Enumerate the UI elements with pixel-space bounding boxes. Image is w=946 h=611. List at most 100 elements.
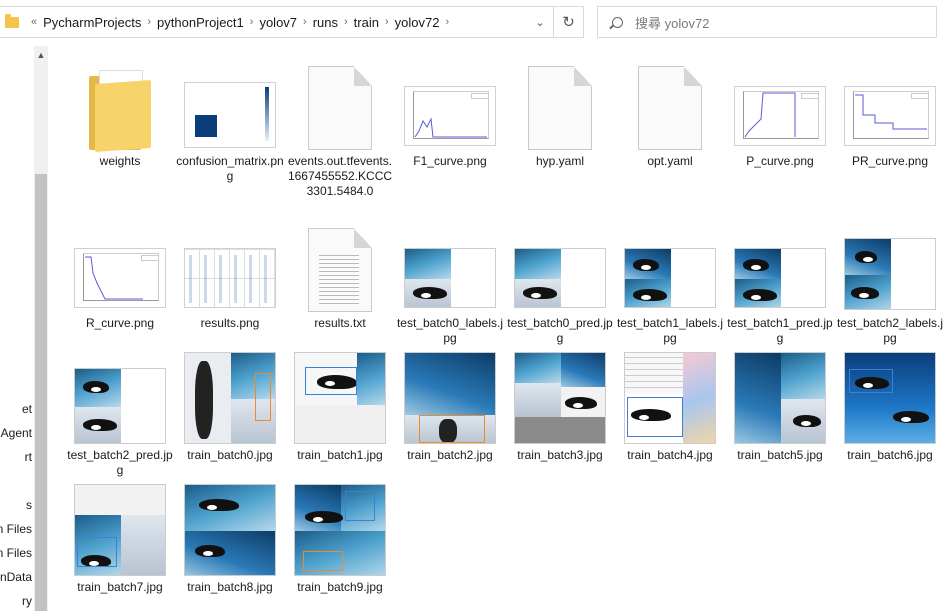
nav-item[interactable]: Agent (1, 426, 32, 440)
breadcrumb-item[interactable]: PycharmProjects (43, 15, 141, 30)
chevron-up-icon[interactable]: ▲ (34, 50, 48, 60)
nav-item[interactable]: ry (22, 594, 32, 608)
file-name: opt.yaml (647, 154, 693, 168)
file-item[interactable]: opt.yaml (616, 54, 724, 169)
file-item[interactable]: test_batch0_labels.jpg (396, 216, 504, 346)
document-icon (528, 66, 592, 150)
breadcrumb-item[interactable]: yolov72 (395, 15, 440, 30)
file-item[interactable]: hyp.yaml (506, 54, 614, 169)
nav-item[interactable]: rt (25, 450, 32, 464)
image-thumbnail (74, 484, 166, 576)
file-name: test_batch0_labels.jpg (396, 316, 504, 345)
chevron-right-icon[interactable]: › (338, 16, 354, 28)
file-item[interactable]: test_batch2_pred.jpg (66, 348, 174, 478)
file-item[interactable]: results.png (176, 216, 284, 331)
file-item[interactable]: train_batch7.jpg (66, 480, 174, 595)
chevron-right-icon[interactable]: › (379, 16, 395, 28)
image-thumbnail (514, 352, 606, 444)
file-item[interactable]: train_batch3.jpg (506, 348, 614, 463)
file-item[interactable]: weights (66, 54, 174, 169)
file-item[interactable]: PR_curve.png (836, 54, 944, 169)
image-thumbnail (404, 86, 496, 146)
chevron-right-icon[interactable]: › (439, 16, 455, 28)
nav-item[interactable]: s (26, 498, 32, 512)
chevron-down-icon[interactable]: ⌄ (527, 7, 553, 37)
image-thumbnail (404, 248, 496, 308)
file-name: events.out.tfevents.1667455552.KCCC3301.… (287, 154, 393, 198)
file-name: hyp.yaml (535, 154, 585, 168)
folder-icon (5, 13, 19, 28)
file-item[interactable]: confusion_matrix.png (176, 54, 284, 184)
image-thumbnail (844, 238, 936, 310)
file-name: results.txt (314, 316, 366, 330)
breadcrumb-item[interactable]: pythonProject1 (157, 15, 244, 30)
file-name: train_batch9.jpg (297, 580, 383, 594)
refresh-button[interactable]: ↻ (554, 6, 584, 38)
file-item[interactable]: F1_curve.png (396, 54, 504, 169)
file-name: P_curve.png (746, 154, 814, 168)
nav-item[interactable]: n Files (0, 546, 32, 560)
image-thumbnail (734, 86, 826, 146)
file-list: weights confusion_matrix.png events.out.… (48, 46, 946, 611)
file-item[interactable]: events.out.tfevents.1667455552.KCCC3301.… (286, 54, 394, 199)
image-thumbnail (624, 352, 716, 444)
file-name: train_batch5.jpg (737, 448, 823, 462)
breadcrumb-overflow[interactable]: « (25, 16, 43, 28)
file-item[interactable]: train_batch8.jpg (176, 480, 284, 595)
file-name: weights (99, 154, 141, 168)
address-bar[interactable]: « PycharmProjects › pythonProject1 › yol… (0, 6, 554, 38)
file-item[interactable]: test_batch1_labels.jpg (616, 216, 724, 346)
image-thumbnail (844, 86, 936, 146)
image-thumbnail (514, 248, 606, 308)
file-item[interactable]: train_batch9.jpg (286, 480, 394, 595)
file-name: train_batch8.jpg (187, 580, 273, 594)
image-thumbnail (74, 368, 166, 444)
file-item[interactable]: test_batch1_pred.jpg (726, 216, 834, 346)
nav-item[interactable]: n Files (0, 522, 32, 536)
breadcrumb-item[interactable]: train (354, 15, 379, 30)
file-item[interactable]: train_batch1.jpg (286, 348, 394, 463)
nav-item[interactable]: et (22, 402, 32, 416)
file-item[interactable]: train_batch4.jpg (616, 348, 724, 463)
breadcrumb-item[interactable]: yolov7 (259, 15, 297, 30)
document-icon (638, 66, 702, 150)
folder-icon (89, 70, 151, 152)
refresh-icon: ↻ (562, 14, 575, 31)
scrollbar-thumb[interactable] (35, 174, 47, 611)
file-item[interactable]: train_batch0.jpg (176, 348, 284, 463)
image-thumbnail (294, 352, 386, 444)
file-name: results.png (200, 316, 260, 330)
address-toolbar: « PycharmProjects › pythonProject1 › yol… (0, 0, 946, 46)
chevron-right-icon[interactable]: › (244, 16, 260, 28)
file-item[interactable]: test_batch2_labels.jpg (836, 216, 944, 346)
file-item[interactable]: test_batch0_pred.jpg (506, 216, 614, 346)
file-item[interactable]: train_batch2.jpg (396, 348, 504, 463)
search-placeholder: 搜尋 yolov72 (635, 15, 710, 31)
image-thumbnail (184, 484, 276, 576)
file-name: train_batch3.jpg (517, 448, 603, 462)
file-name: test_batch1_pred.jpg (727, 316, 833, 345)
search-box[interactable]: 搜尋 yolov72 (597, 6, 937, 38)
file-name: train_batch0.jpg (187, 448, 273, 462)
search-icon (612, 16, 623, 28)
file-name: train_batch7.jpg (77, 580, 163, 594)
file-name: test_batch1_labels.jpg (616, 316, 724, 345)
file-item[interactable]: train_batch5.jpg (726, 348, 834, 463)
file-item[interactable]: R_curve.png (66, 216, 174, 331)
image-thumbnail (734, 352, 826, 444)
chevron-right-icon[interactable]: › (297, 16, 313, 28)
file-name: confusion_matrix.png (176, 154, 284, 183)
chevron-right-icon[interactable]: › (141, 16, 157, 28)
image-thumbnail (844, 352, 936, 444)
image-thumbnail (184, 82, 276, 148)
file-item[interactable]: P_curve.png (726, 54, 834, 169)
nav-item[interactable]: nData (0, 570, 32, 584)
file-name: PR_curve.png (851, 154, 929, 168)
image-thumbnail (74, 248, 166, 308)
file-item[interactable]: results.txt (286, 216, 394, 331)
breadcrumb: « PycharmProjects › pythonProject1 › yol… (25, 7, 455, 37)
image-thumbnail (184, 248, 276, 308)
breadcrumb-item[interactable]: runs (313, 15, 338, 30)
nav-scrollbar[interactable]: ▲ (34, 46, 48, 611)
file-item[interactable]: train_batch6.jpg (836, 348, 944, 463)
